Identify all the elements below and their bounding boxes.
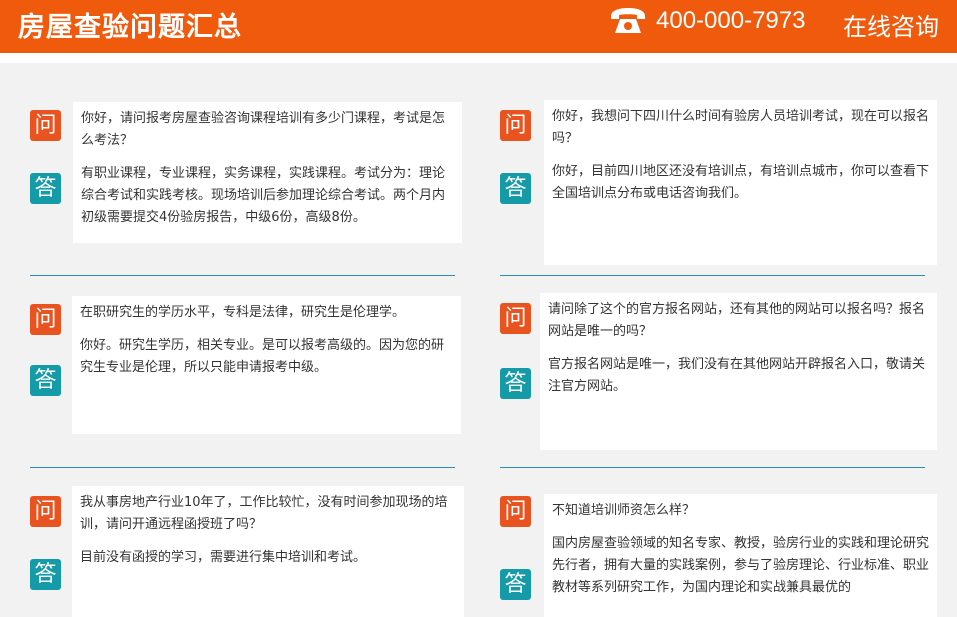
telephone-icon (611, 8, 645, 33)
answer-badge: 答 (500, 569, 531, 600)
header-strip (0, 53, 957, 63)
online-consult-link[interactable]: 在线咨询 (843, 7, 939, 42)
answer-badge: 答 (30, 365, 61, 396)
answer-text: 目前没有函授的学习，需要进行集中培训和考试。 (80, 550, 367, 565)
answer-text: 有职业课程，专业课程，实务课程，实践课程。考试分为：理论综合考试和实践考核。现场… (81, 166, 446, 225)
answer-badge: 答 (500, 173, 531, 204)
question-badge: 问 (500, 303, 531, 334)
question-text: 不知道培训师资怎么样？ (552, 503, 696, 518)
answer-text: 国内房屋查验领域的知名专家、教授，验房行业的实践和理论研究先行者，拥有大量的实践… (552, 536, 930, 595)
hotline-number[interactable]: 400-000-7973 (656, 7, 805, 35)
section-divider (30, 467, 455, 468)
question-badge: 问 (500, 110, 531, 141)
qa-card: 我从事房地产行业10年了，工作比较忙，没有时间参加现场的培训，请问开通远程函授班… (72, 486, 464, 617)
section-divider (500, 467, 925, 468)
page-header: 房屋查验问题汇总 400-000-7973 在线咨询 (0, 0, 957, 53)
question-text: 在职研究生的学历水平，专科是法律，研究生是伦理学。 (80, 305, 406, 320)
question-badge: 问 (30, 304, 61, 335)
answer-text: 你好，目前四川地区还没有培训点，有培训点城市，你可以查看下全国培训点分布或电话咨… (552, 164, 930, 201)
question-badge: 问 (30, 496, 61, 527)
qa-card: 请问除了这个的官方报名网站，还有其他的网站可以报名吗？报名网站是唯一的吗？ 官方… (540, 293, 937, 450)
answer-text: 你好。研究生学历，相关专业。是可以报考高级的。因为您的研究生专业是伦理，所以只能… (80, 338, 445, 375)
question-text: 我从事房地产行业10年了，工作比较忙，没有时间参加现场的培训，请问开通远程函授班… (80, 495, 448, 532)
section-divider (30, 275, 455, 276)
question-badge: 问 (500, 496, 531, 527)
qa-card: 你好，请问报考房屋查验咨询课程培训有多少门课程，考试是怎么考法？ 有职业课程，专… (73, 102, 462, 243)
question-badge: 问 (30, 110, 61, 141)
question-text: 你好，我想问下四川什么时间有验房人员培训考试，现在可以报名吗？ (552, 109, 930, 146)
qa-card: 不知道培训师资怎么样？ 国内房屋查验领域的知名专家、教授，验房行业的实践和理论研… (544, 494, 937, 617)
page-title: 房屋查验问题汇总 (18, 12, 242, 43)
answer-badge: 答 (500, 368, 531, 399)
answer-text: 官方报名网站是唯一，我们没有在其他网站开辟报名入口，敬请关注官方网站。 (548, 357, 926, 394)
question-text: 你好，请问报考房屋查验咨询课程培训有多少门课程，考试是怎么考法？ (81, 111, 446, 148)
answer-badge: 答 (30, 559, 61, 590)
qa-card: 你好，我想问下四川什么时间有验房人员培训考试，现在可以报名吗？ 你好，目前四川地… (544, 100, 937, 265)
section-divider (500, 275, 925, 276)
answer-badge: 答 (30, 173, 61, 204)
qa-card: 在职研究生的学历水平，专科是法律，研究生是伦理学。 你好。研究生学历，相关专业。… (72, 296, 461, 434)
question-text: 请问除了这个的官方报名网站，还有其他的网站可以报名吗？报名网站是唯一的吗？ (548, 302, 926, 339)
